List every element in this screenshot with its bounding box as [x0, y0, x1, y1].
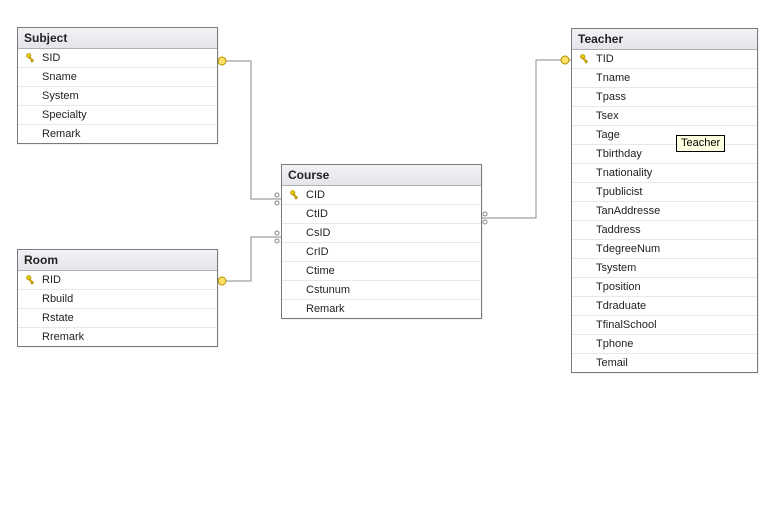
primary-key-icon: [286, 189, 304, 201]
relationship-course-room: [216, 231, 281, 285]
table-row[interactable]: Tsystem: [572, 259, 757, 278]
table-row[interactable]: CtID: [282, 205, 481, 224]
table-row[interactable]: Rbuild: [18, 290, 217, 309]
table-course[interactable]: Course CID CtID CsID CrID Ctime Cstunum Remark: [281, 164, 482, 319]
table-teacher-body: TID Tname Tpass Tsex Tage Tbirthday Tnationali…: [572, 50, 757, 372]
field-label: Rremark: [40, 331, 213, 343]
table-row[interactable]: Tphone: [572, 335, 757, 354]
table-row[interactable]: Tname: [572, 69, 757, 88]
field-label: TfinalSchool: [594, 319, 753, 331]
table-row[interactable]: Tpublicist: [572, 183, 757, 202]
field-label: Sname: [40, 71, 213, 83]
table-row[interactable]: TanAddresse: [572, 202, 757, 221]
table-row[interactable]: Tnationality: [572, 164, 757, 183]
field-label: Specialty: [40, 109, 213, 121]
table-teacher-header[interactable]: Teacher: [572, 29, 757, 50]
table-subject-body: SID Sname System Specialty Remark: [18, 49, 217, 143]
table-row[interactable]: Tdraduate: [572, 297, 757, 316]
field-label: TdegreeNum: [594, 243, 753, 255]
field-label: TanAddresse: [594, 205, 753, 217]
primary-key-icon: [22, 52, 40, 64]
table-room-header[interactable]: Room: [18, 250, 217, 271]
table-row[interactable]: Cstunum: [282, 281, 481, 300]
table-row[interactable]: Rstate: [18, 309, 217, 328]
table-row[interactable]: RID: [18, 271, 217, 290]
field-label: Tsystem: [594, 262, 753, 274]
field-label: Tpublicist: [594, 186, 753, 198]
field-label: CtID: [304, 208, 477, 220]
field-label: Remark: [304, 303, 477, 315]
table-row[interactable]: Tposition: [572, 278, 757, 297]
table-row[interactable]: CsID: [282, 224, 481, 243]
field-label: Tphone: [594, 338, 753, 350]
table-subject[interactable]: Subject SID Sname System Specialty Remark: [17, 27, 218, 144]
field-label: RID: [40, 274, 213, 286]
table-row[interactable]: SID: [18, 49, 217, 68]
table-row[interactable]: Tage: [572, 126, 757, 145]
table-course-body: CID CtID CsID CrID Ctime Cstunum Remark: [282, 186, 481, 318]
field-label: Cstunum: [304, 284, 477, 296]
field-label: CsID: [304, 227, 477, 239]
table-row[interactable]: Rremark: [18, 328, 217, 346]
table-row[interactable]: Sname: [18, 68, 217, 87]
table-row[interactable]: Tsex: [572, 107, 757, 126]
field-label: Tsex: [594, 110, 753, 122]
table-room-body: RID Rbuild Rstate Rremark: [18, 271, 217, 346]
table-room[interactable]: Room RID Rbuild Rstate Rremark: [17, 249, 218, 347]
field-label: Tposition: [594, 281, 753, 293]
primary-key-icon: [576, 53, 594, 65]
field-label: Tbirthday: [594, 148, 753, 160]
field-label: Temail: [594, 357, 753, 369]
field-label: Tnationality: [594, 167, 753, 179]
table-row[interactable]: CrID: [282, 243, 481, 262]
table-row[interactable]: TfinalSchool: [572, 316, 757, 335]
field-label: SID: [40, 52, 213, 64]
table-row[interactable]: CID: [282, 186, 481, 205]
table-teacher[interactable]: Teacher TID Tname Tpass Tsex Tage Tbirthday Tn…: [571, 28, 758, 373]
tooltip-teacher: Teacher: [676, 135, 725, 152]
table-row[interactable]: System: [18, 87, 217, 106]
relationship-course-subject: [216, 57, 281, 205]
table-row[interactable]: Remark: [282, 300, 481, 318]
table-row[interactable]: Taddress: [572, 221, 757, 240]
table-row[interactable]: Remark: [18, 125, 217, 143]
field-label: Remark: [40, 128, 213, 140]
field-label: Rbuild: [40, 293, 213, 305]
table-row[interactable]: TdegreeNum: [572, 240, 757, 259]
field-label: Tpass: [594, 91, 753, 103]
field-label: Ctime: [304, 265, 477, 277]
table-row[interactable]: Ctime: [282, 262, 481, 281]
table-subject-header[interactable]: Subject: [18, 28, 217, 49]
field-label: Tname: [594, 72, 753, 84]
field-label: CID: [304, 189, 477, 201]
field-label: TID: [594, 53, 753, 65]
field-label: Taddress: [594, 224, 753, 236]
field-label: Tdraduate: [594, 300, 753, 312]
table-row[interactable]: TID: [572, 50, 757, 69]
field-label: CrID: [304, 246, 477, 258]
table-row[interactable]: Specialty: [18, 106, 217, 125]
field-label: Tage: [594, 129, 753, 141]
table-row[interactable]: Temail: [572, 354, 757, 372]
field-label: Rstate: [40, 312, 213, 324]
table-row[interactable]: Tbirthday: [572, 145, 757, 164]
relationship-course-teacher: [481, 56, 571, 224]
table-course-header[interactable]: Course: [282, 165, 481, 186]
field-label: System: [40, 90, 213, 102]
table-row[interactable]: Tpass: [572, 88, 757, 107]
primary-key-icon: [22, 274, 40, 286]
